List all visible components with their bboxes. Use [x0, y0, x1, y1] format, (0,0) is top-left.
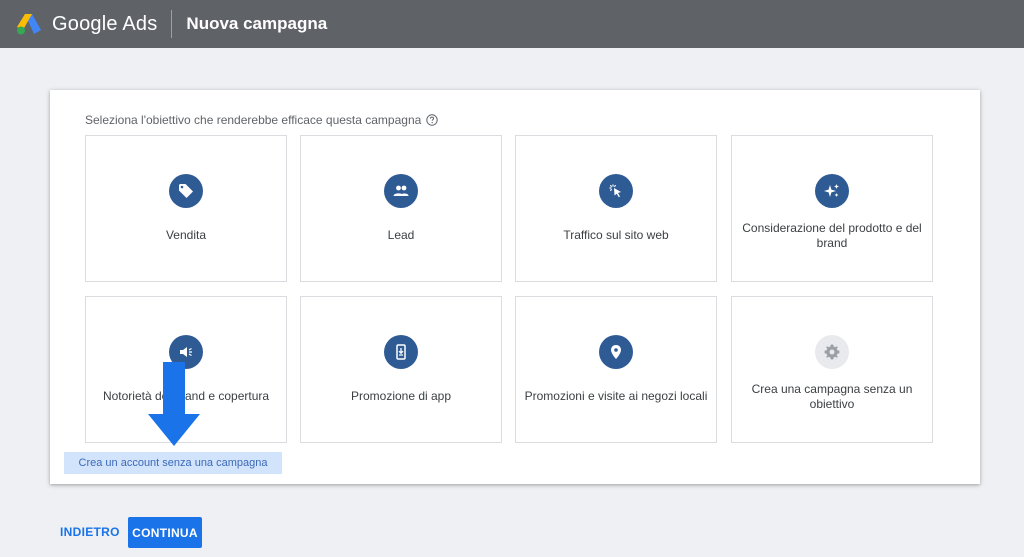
page-title: Nuova campagna — [186, 14, 328, 33]
top-bar: Google Ads Nuova campagna — [0, 0, 1024, 48]
objective-tile-promozione-app[interactable]: Promozione di app — [300, 296, 502, 443]
people-icon — [384, 174, 418, 208]
tile-label: Crea una campagna senza un obiettivo — [751, 382, 913, 411]
back-button[interactable]: INDIETRO — [60, 525, 120, 539]
objective-prompt-text: Seleziona l'obiettivo che renderebbe eff… — [85, 113, 422, 127]
header-divider — [171, 10, 173, 38]
objective-tile-negozi-locali[interactable]: Promozioni e visite ai negozi locali — [515, 296, 717, 443]
tag-icon — [169, 174, 203, 208]
tile-label: Vendita — [165, 228, 207, 242]
cursor-click-icon — [599, 174, 633, 208]
tile-label: Promozione di app — [350, 389, 452, 403]
tile-label: Promozioni e visite ai negozi locali — [524, 389, 708, 403]
tile-label: Traffico sul sito web — [563, 228, 669, 242]
google-ads-logo-icon — [17, 14, 41, 35]
product-name: Google Ads — [52, 12, 158, 35]
objective-tile-senza-obiettivo[interactable]: Crea una campagna senza un obiettivo — [731, 296, 933, 443]
phone-download-icon — [384, 335, 418, 369]
gear-icon — [815, 335, 849, 369]
tile-label: Considerazione del prodotto e del brand — [742, 221, 922, 250]
objective-tile-vendita[interactable]: Vendita — [85, 135, 287, 282]
no-campaign-link[interactable]: Crea un account senza una campagna — [64, 452, 282, 474]
annotation-arrow-icon — [148, 362, 200, 446]
location-pin-icon — [599, 335, 633, 369]
objective-prompt: Seleziona l'obiettivo che renderebbe eff… — [85, 113, 439, 127]
help-icon[interactable] — [426, 114, 439, 126]
objective-tile-traffico[interactable]: Traffico sul sito web — [515, 135, 717, 282]
continue-button[interactable]: CONTINUA — [128, 517, 202, 548]
tile-label: Lead — [387, 228, 415, 242]
objective-tile-lead[interactable]: Lead — [300, 135, 502, 282]
objective-tile-considerazione[interactable]: Considerazione del prodotto e del brand — [731, 135, 933, 282]
google-ads-logo[interactable]: Google Ads — [16, 13, 157, 36]
sparkle-icon — [815, 174, 849, 208]
